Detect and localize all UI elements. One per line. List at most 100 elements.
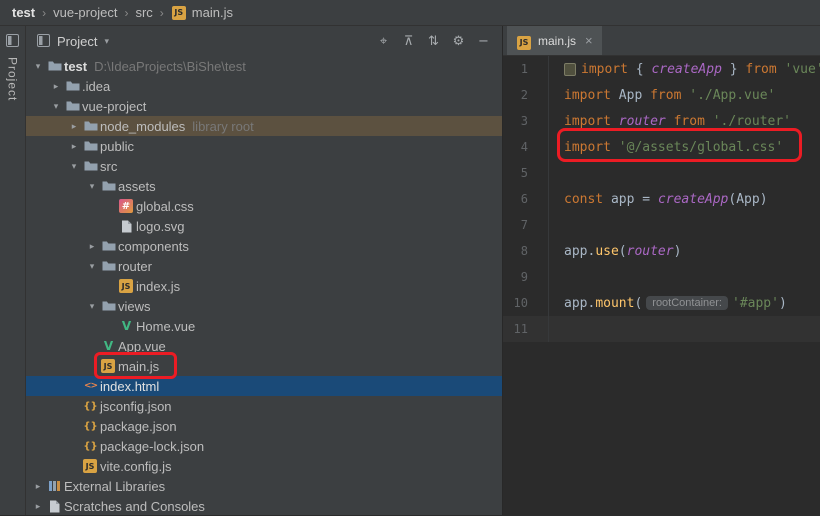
code-line-2[interactable]: 2 import App from './App.vue' [503,82,820,108]
line-number[interactable]: 10 [503,290,549,316]
editor-tab-main-js[interactable]: JS main.js × [507,26,602,55]
line-number[interactable]: 3 [503,108,549,134]
tree-item-node_modules[interactable]: ▸ node_modules library root [26,116,502,136]
tree-item-label: Home.vue [136,318,196,334]
tree-item-package.json[interactable]: {} package.json [26,416,502,436]
project-view-dropdown[interactable]: Project ▾ [35,32,109,50]
tree-item-index.js[interactable]: JS index.js [26,276,502,296]
code-editor[interactable]: 1 import { createApp } from 'vue' 2 import … [503,56,820,515]
folder-icon [64,98,81,114]
folder-icon [100,178,117,194]
tree-item-.idea[interactable]: ▸ .idea [26,76,502,96]
chevron-down-icon[interactable]: ▾ [84,181,100,192]
tree-item-App.vue[interactable]: V App.vue [26,336,502,356]
line-number[interactable]: 1 [503,56,549,82]
code-line-3[interactable]: 3 import router from './router' [503,108,820,134]
breadcrumb-item-main.js[interactable]: JS main.js [171,5,233,20]
code-line-10[interactable]: 10 app. mount(rootContainer: '#app') [503,290,820,316]
tree-item-router[interactable]: ▾ router [26,256,502,276]
line-number[interactable]: 8 [503,238,549,264]
chevron-right-icon[interactable]: ▸ [66,121,82,132]
line-number[interactable]: 6 [503,186,549,212]
js-icon: JS [101,359,115,373]
token: App [610,87,651,103]
chevron-down-icon[interactable]: ▾ [84,261,100,272]
lib-icon [46,478,63,494]
token: ) [778,295,787,311]
chevron-down-icon[interactable]: ▾ [66,161,82,172]
tree-item-vue-project[interactable]: ▾ vue-project [26,96,502,116]
editor-tab-bar: JS main.js × [503,26,820,56]
json-icon: {} [83,420,98,432]
chevron-down-icon[interactable]: ▾ [84,301,100,312]
chevron-right-icon[interactable]: ▸ [66,141,82,152]
code-line-11[interactable]: 11 [503,316,820,342]
tree-item-package-lock.json[interactable]: {} package-lock.json [26,436,502,456]
project-tool-window-label[interactable]: Project [6,57,20,101]
tree-item-views[interactable]: ▾ views [26,296,502,316]
chevron-right-icon[interactable]: ▸ [84,241,100,252]
project-tree: ▾ test D:\IdeaProjects\BiShe\test ▸ .idea ▾ vu… [26,56,502,515]
tree-item-index.html[interactable]: <> index.html [26,376,502,396]
code-line-6[interactable]: 6 const app = createApp(App) [503,186,820,212]
chevron-right-icon[interactable]: ▸ [48,81,64,92]
breadcrumb-item-test[interactable]: test [12,5,35,20]
token: ) [759,191,768,207]
tree-item-main.js[interactable]: JS main.js [26,356,502,376]
tree-item-External Libraries[interactable]: ▸ External Libraries [26,476,502,496]
code-line-1[interactable]: 1 import { createApp } from 'vue' [503,56,820,82]
expand-collapse-icon[interactable]: ⇅ [421,34,446,49]
code-line-9[interactable]: 9 [503,264,820,290]
line-number[interactable]: 11 [503,316,549,342]
tree-item-label: node_modules [100,118,186,134]
code-text: import '@/assets/global.css' [549,140,783,155]
chevron-right-icon[interactable]: ▸ [30,501,46,512]
code-line-5[interactable]: 5 [503,160,820,186]
collapse-all-icon[interactable]: ⊼ [396,34,421,49]
settings-icon[interactable]: ⚙ [446,34,471,49]
tree-item-label: package-lock.json [100,438,205,454]
tree-item-jsconfig.json[interactable]: {} jsconfig.json [26,396,502,416]
token: import [564,139,611,155]
tree-item-label: External Libraries [64,478,166,494]
chevron-down-icon[interactable]: ▾ [48,101,64,112]
line-number[interactable]: 4 [503,134,549,160]
chevron-right-icon[interactable]: ▸ [30,481,46,492]
code-line-7[interactable]: 7 [503,212,820,238]
line-number[interactable]: 7 [503,212,549,238]
tree-item-test[interactable]: ▾ test D:\IdeaProjects\BiShe\test [26,56,502,76]
tree-item-assets[interactable]: ▾ assets [26,176,502,196]
code-text: const app = createApp(App) [549,192,768,207]
token: import [581,61,628,77]
tree-item-label: index.js [136,278,181,294]
code-line-8[interactable]: 8 app. use(router) [503,238,820,264]
tree-item-vite.config.js[interactable]: JS vite.config.js [26,456,502,476]
locate-icon[interactable]: ⌖ [371,34,396,49]
tree-item-global.css[interactable]: # global.css [26,196,502,216]
tree-item-public[interactable]: ▸ public [26,136,502,156]
tree-item-components[interactable]: ▸ components [26,236,502,256]
chevron-down-icon[interactable]: ▾ [30,61,46,72]
tree-item-src[interactable]: ▾ src [26,156,502,176]
hide-icon[interactable]: − [471,34,496,49]
breadcrumb-item-vue-project[interactable]: vue-project [53,5,117,20]
line-number[interactable]: 2 [503,82,549,108]
tree-item-Scratches and Consoles[interactable]: ▸ Scratches and Consoles [26,496,502,515]
token: '#app' [732,295,779,311]
breadcrumb-separator: › [42,5,47,20]
folder-icon [82,118,99,134]
tree-item-logo.svg[interactable]: logo.svg [26,216,502,236]
token: ) [673,243,682,259]
token: mount [595,295,635,311]
ide-window: test › vue-project › src › JS main.js Project P… [0,0,820,516]
tree-item-label: jsconfig.json [100,398,172,414]
tree-item-Home.vue[interactable]: V Home.vue [26,316,502,336]
breadcrumb-item-src[interactable]: src [135,5,152,20]
project-tool-window-icon[interactable] [4,32,21,50]
line-number[interactable]: 9 [503,264,549,290]
code-line-4[interactable]: 4 import '@/assets/global.css' [503,134,820,160]
close-icon[interactable]: × [585,33,593,48]
vue-icon: V [103,339,114,353]
line-number[interactable]: 5 [503,160,549,186]
